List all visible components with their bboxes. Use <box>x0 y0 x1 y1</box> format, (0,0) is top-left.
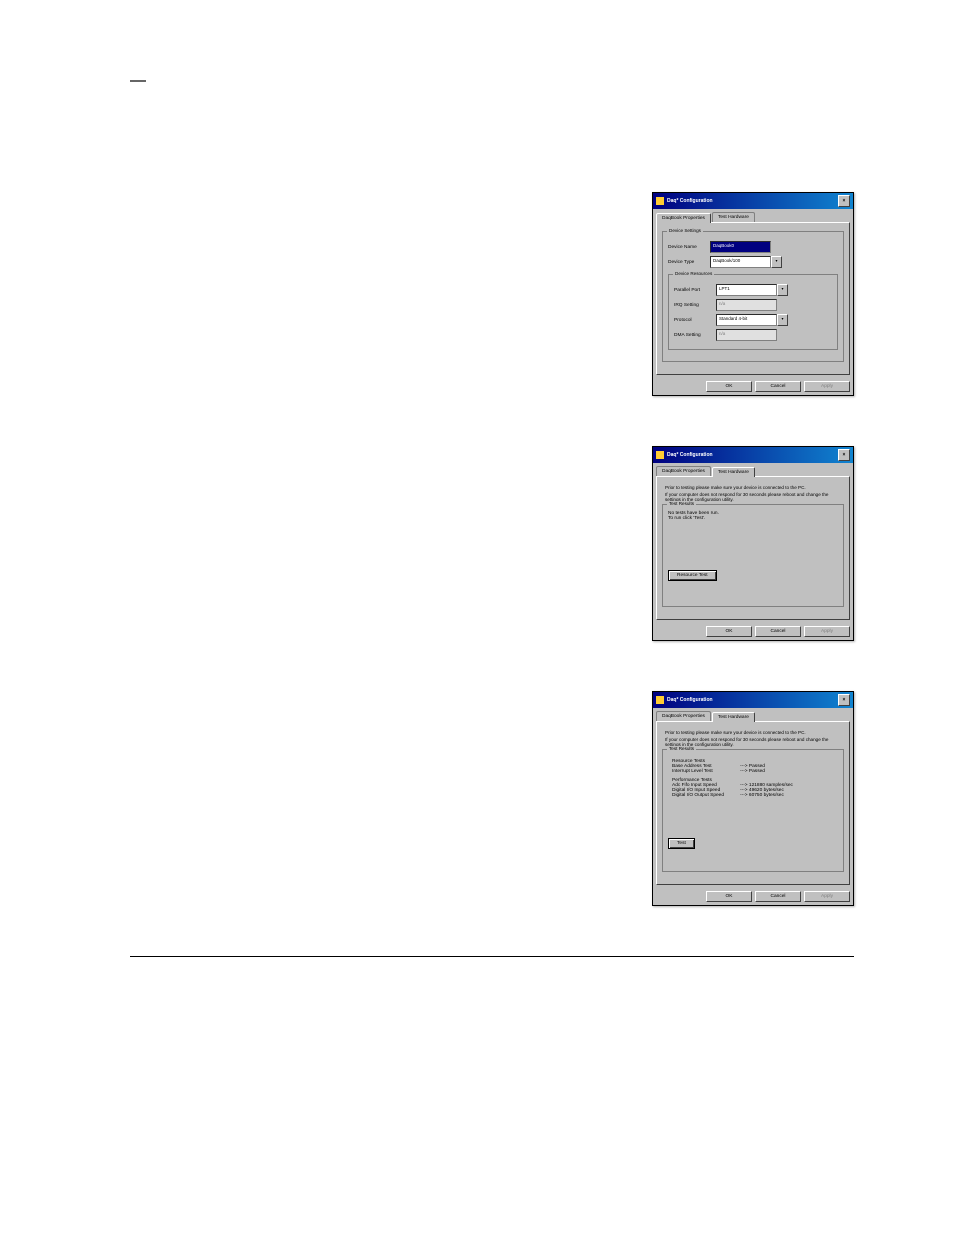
dialog-test-hardware-initial: Daq* Configuration × DaqBook Properties … <box>652 446 854 641</box>
cancel-button[interactable]: Cancel <box>755 381 801 392</box>
test-button[interactable]: Test <box>668 838 695 849</box>
tab-properties[interactable]: DaqBook Properties <box>656 711 711 721</box>
cancel-button[interactable]: Cancel <box>755 626 801 637</box>
tab-test-hardware[interactable]: Test Hardware <box>712 467 755 477</box>
group-device-resources: Device Resources <box>673 271 714 276</box>
test-value: ---> Passed <box>740 769 765 774</box>
window-title: Daq* Configuration <box>667 697 713 703</box>
label-dma: DMA Setting <box>674 333 716 338</box>
input-dma: n/a <box>716 329 777 341</box>
ok-button[interactable]: OK <box>706 891 752 902</box>
select-parallel-port[interactable]: LPT1 ▾ <box>716 284 788 296</box>
window-title: Daq* Configuration <box>667 452 713 458</box>
dialog-test-hardware-results: Daq* Configuration × DaqBook Properties … <box>652 691 854 906</box>
apply-button[interactable]: Apply <box>804 626 850 637</box>
test-name: Interrupt Level Test <box>672 769 740 774</box>
note-connect: Prior to testing please make sure your d… <box>665 730 841 735</box>
group-device-settings: Device Settings <box>667 228 703 233</box>
tab-properties[interactable]: DaqBook Properties <box>656 466 711 476</box>
group-test-results: Test Results <box>667 746 696 751</box>
tab-test-hardware[interactable]: Test Hardware <box>712 212 755 222</box>
test-value: ---> 60750 bytes/sec <box>740 793 784 798</box>
tab-test-hardware[interactable]: Test Hardware <box>712 712 755 722</box>
label-device-name: Device Name <box>668 245 710 250</box>
app-icon <box>656 451 664 459</box>
app-icon <box>656 696 664 704</box>
close-icon[interactable]: × <box>838 449 850 461</box>
select-protocol[interactable]: Standard 4-bit ▾ <box>716 314 788 326</box>
chevron-down-icon[interactable]: ▾ <box>771 256 782 268</box>
group-test-results: Test Results <box>667 501 696 506</box>
chevron-down-icon[interactable]: ▾ <box>777 284 788 296</box>
label-protocol: Protocol <box>674 318 716 323</box>
select-device-type[interactable]: DaqBook/100 ▾ <box>710 256 782 268</box>
input-irq: n/a <box>716 299 777 311</box>
footer-rule <box>130 956 854 957</box>
ok-button[interactable]: OK <box>706 381 752 392</box>
chevron-down-icon[interactable]: ▾ <box>777 314 788 326</box>
titlebar: Daq* Configuration × <box>653 447 853 463</box>
test-name: Digital I/O Output Speed <box>672 793 740 798</box>
label-irq: IRQ Setting <box>674 303 716 308</box>
note-connect: Prior to testing please make sure your d… <box>665 485 841 490</box>
ok-button[interactable]: OK <box>706 626 752 637</box>
apply-button[interactable]: Apply <box>804 891 850 902</box>
close-icon[interactable]: × <box>838 195 850 207</box>
apply-button[interactable]: Apply <box>804 381 850 392</box>
header-rule <box>130 80 146 82</box>
dialog-properties: Daq* Configuration × DaqBook Properties … <box>652 192 854 396</box>
resource-test-button[interactable]: Resource Test <box>668 570 717 581</box>
titlebar: Daq* Configuration × <box>653 692 853 708</box>
input-device-name[interactable]: DaqBook0 <box>710 241 771 253</box>
cancel-button[interactable]: Cancel <box>755 891 801 902</box>
app-icon <box>656 197 664 205</box>
tab-properties[interactable]: DaqBook Properties <box>656 213 711 223</box>
window-title: Daq* Configuration <box>667 198 713 204</box>
titlebar: Daq* Configuration × <box>653 193 853 209</box>
close-icon[interactable]: × <box>838 694 850 706</box>
label-parallel-port: Parallel Port <box>674 288 716 293</box>
label-device-type: Device Type <box>668 260 710 265</box>
